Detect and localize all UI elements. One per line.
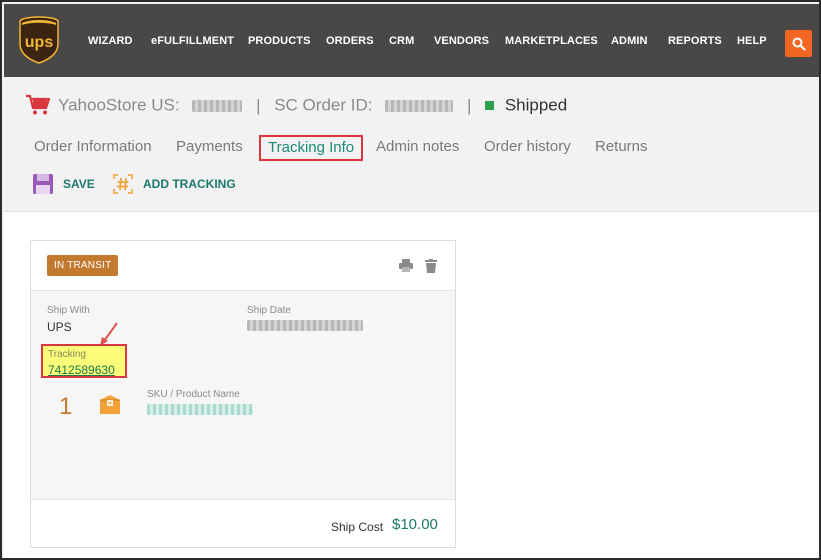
ship-cost-label: Ship Cost xyxy=(331,520,384,534)
cart-icon xyxy=(26,94,51,115)
sku-label: SKU / Product Name xyxy=(147,389,240,400)
ship-cost-value: $10.00 xyxy=(392,516,438,533)
tracking-highlight: Tracking 7412589630 xyxy=(41,344,127,378)
tab-admin-notes[interactable]: Admin notes xyxy=(376,134,459,160)
ship-with-value: UPS xyxy=(47,320,72,334)
app-frame: ups WIZARD eFULFILLMENT PRODUCTS ORDERS … xyxy=(0,0,821,560)
status-indicator xyxy=(485,101,495,111)
separator: | xyxy=(466,95,472,115)
ups-logo[interactable]: ups xyxy=(18,16,60,64)
ship-date-label: Ship Date xyxy=(247,305,291,316)
nav-item-admin[interactable]: ADMIN xyxy=(611,35,648,47)
nav-item-help[interactable]: HELP xyxy=(737,35,767,47)
save-button[interactable]: SAVE xyxy=(33,174,95,194)
package-icon xyxy=(100,395,120,414)
floppy-disk-icon xyxy=(33,174,53,194)
nav-item-reports[interactable]: REPORTS xyxy=(668,35,722,47)
store-id-redacted xyxy=(192,99,243,112)
save-label: SAVE xyxy=(63,177,95,191)
print-icon[interactable] xyxy=(399,259,413,273)
top-navbar: ups WIZARD eFULFILLMENT PRODUCTS ORDERS … xyxy=(4,4,819,77)
ups-logo-text: ups xyxy=(25,34,54,51)
sku-redacted xyxy=(147,404,253,415)
tracking-card-header: IN TRANSIT xyxy=(31,241,455,291)
nav-item-efulfillment[interactable]: eFULFILLMENT xyxy=(151,35,234,47)
status-badge: IN TRANSIT xyxy=(47,255,119,276)
add-tracking-button[interactable]: ADD TRACKING xyxy=(113,174,236,194)
tracking-card: IN TRANSIT Ship With UPS Ship Date Track… xyxy=(30,240,456,548)
separator: | xyxy=(256,95,261,115)
item-quantity: 1 xyxy=(59,393,73,420)
tab-tracking-info[interactable]: Tracking Info xyxy=(259,135,364,161)
tab-order-history[interactable]: Order history xyxy=(484,134,571,160)
hashtag-icon xyxy=(113,174,133,194)
trash-icon[interactable] xyxy=(424,259,438,273)
nav-item-vendors[interactable]: VENDORS xyxy=(434,35,489,47)
tab-returns[interactable]: Returns xyxy=(595,134,648,160)
order-id-label: SC Order ID: xyxy=(274,95,373,115)
nav-item-marketplaces[interactable]: MARKETPLACES xyxy=(505,35,598,47)
nav-item-wizard[interactable]: WIZARD xyxy=(88,35,133,47)
order-id-redacted xyxy=(385,99,454,112)
ship-date-redacted xyxy=(247,320,363,331)
tab-payments[interactable]: Payments xyxy=(176,134,243,160)
order-status: Shipped xyxy=(504,95,568,115)
nav-item-crm[interactable]: CRM xyxy=(389,35,414,47)
store-label: YahooStore US: xyxy=(58,95,180,115)
tracking-card-footer: Ship Cost $10.00 xyxy=(31,499,455,547)
main-content: IN TRANSIT Ship With UPS Ship Date Track… xyxy=(4,212,819,558)
add-tracking-label: ADD TRACKING xyxy=(143,177,236,191)
nav-item-products[interactable]: PRODUCTS xyxy=(248,35,311,47)
tab-order-information[interactable]: Order Information xyxy=(34,134,152,160)
tracking-number-link[interactable]: 7412589630 xyxy=(48,363,115,377)
nav-item-orders[interactable]: ORDERS xyxy=(326,35,374,47)
order-header: YahooStore US: | SC Order ID: | Shipped … xyxy=(4,77,819,212)
ship-with-label: Ship With xyxy=(47,305,90,316)
tracking-label: Tracking xyxy=(48,349,86,360)
search-icon xyxy=(792,37,806,51)
search-button[interactable] xyxy=(785,30,812,57)
order-summary-line: YahooStore US: | SC Order ID: | Shipped xyxy=(58,95,567,116)
